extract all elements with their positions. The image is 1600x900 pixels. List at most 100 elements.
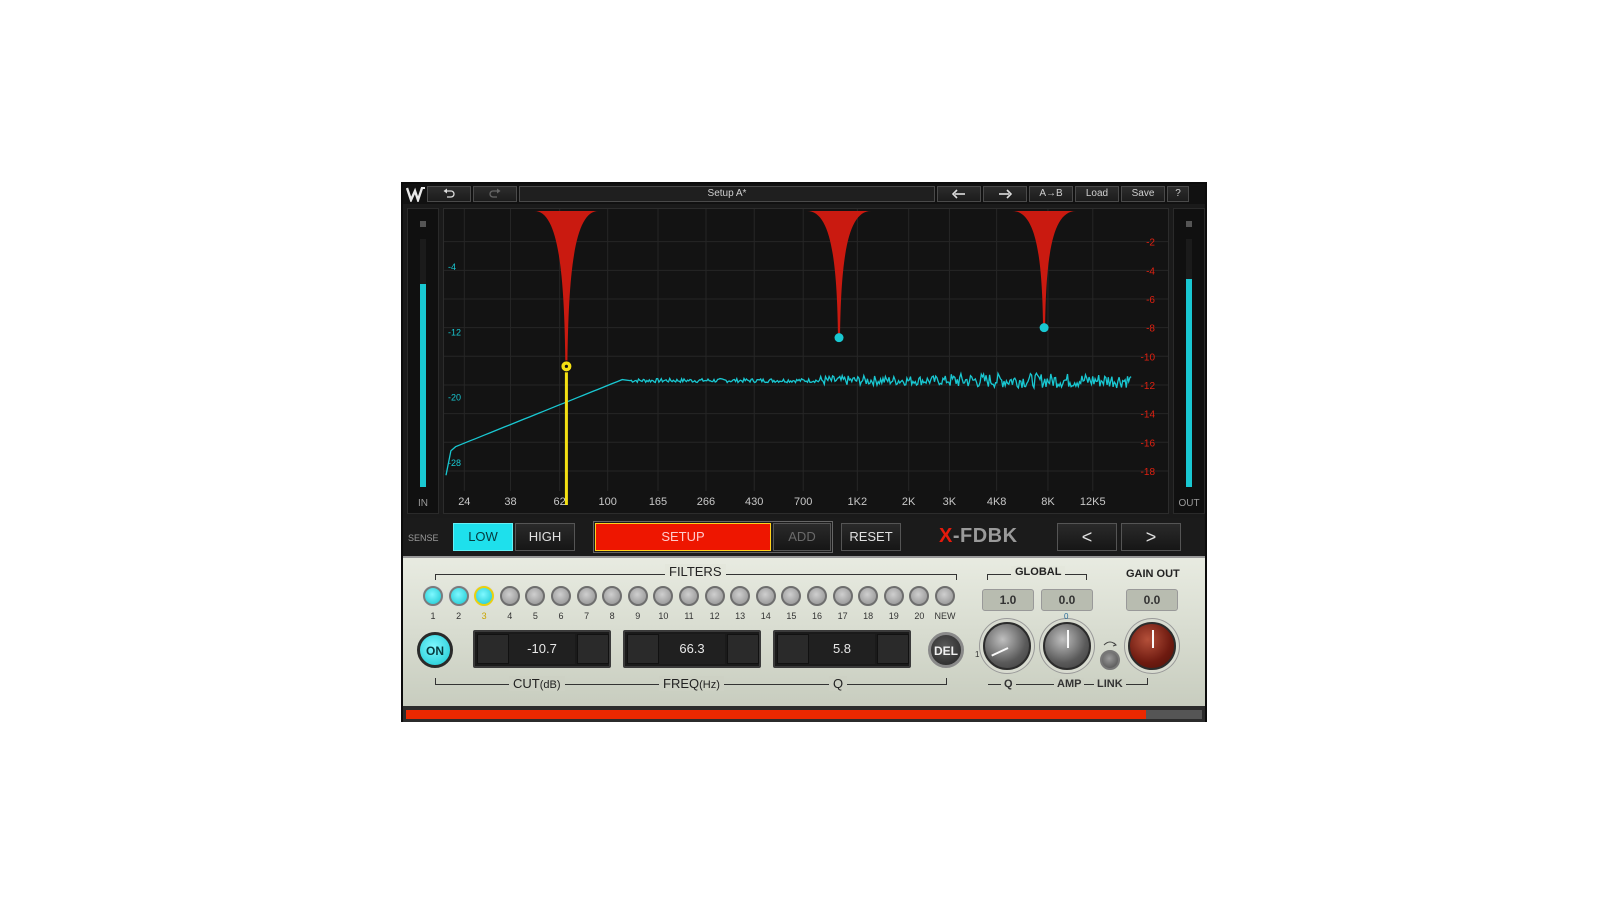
filter-button-7[interactable] <box>576 586 597 606</box>
global-amp-zero-label: 0 <box>1064 612 1069 621</box>
global-amp-value[interactable]: 0.0 <box>1041 589 1093 611</box>
waves-logo-icon <box>406 187 425 202</box>
filter-button-13[interactable] <box>730 586 751 606</box>
lower-panel: FILTERS ON -10.7 66.3 5.8 DEL CUT(dB) FR… <box>403 556 1205 706</box>
input-clip-led <box>420 221 426 227</box>
save-button[interactable]: Save <box>1121 186 1165 202</box>
filter-graph[interactable]: 24 38 62 100 165 266 430 700 1K2 2K 3K 4K8 8K 12K5 -4 -… <box>443 208 1169 514</box>
filter-button-2[interactable] <box>448 586 469 606</box>
q-value-box[interactable]: 5.8 <box>773 630 911 668</box>
filter-button-11[interactable] <box>679 586 699 606</box>
setup-button[interactable]: SETUP <box>595 523 771 551</box>
filter-button-10[interactable] <box>653 586 674 606</box>
load-button[interactable]: Load <box>1075 186 1119 202</box>
filter-button-15[interactable] <box>781 586 802 606</box>
freq-increase-area[interactable] <box>727 634 759 664</box>
product-logo-text: -FDBK <box>952 525 1018 547</box>
help-button[interactable]: ? <box>1167 186 1189 202</box>
global-q-value[interactable]: 1.0 <box>982 589 1034 611</box>
filter-button-new[interactable] <box>935 586 955 606</box>
filter-button-18[interactable] <box>858 586 879 606</box>
filter-button-19[interactable] <box>883 586 904 606</box>
prev-preset-button[interactable] <box>937 186 981 202</box>
product-logo-x: X <box>939 525 953 547</box>
filter-button-4[interactable] <box>499 586 520 606</box>
cut-unit: (dB) <box>539 679 561 691</box>
filter-on-button[interactable]: ON <box>417 632 453 668</box>
q-increase-area[interactable] <box>877 634 909 664</box>
cut-decrease-area[interactable] <box>477 634 509 664</box>
freq-decrease-area[interactable] <box>627 634 659 664</box>
delete-filter-button[interactable]: DEL <box>928 632 964 668</box>
notch-filter-curve-1 <box>534 211 599 367</box>
next-filter-button[interactable]: > <box>1121 523 1181 551</box>
filter-number-label: NEW <box>934 611 956 621</box>
freq-tick-label: 2K <box>902 496 916 508</box>
filter-node-3[interactable] <box>1039 323 1049 333</box>
q-decrease-area[interactable] <box>777 634 809 664</box>
output-scale-label: -2 <box>1146 238 1155 249</box>
output-level-bar <box>403 706 1205 722</box>
global-amp-knob[interactable] <box>1043 622 1091 670</box>
filter-graph-canvas[interactable]: 24 38 62 100 165 266 430 700 1K2 2K 3K 4K8 8K 12K5 -4 -… <box>444 209 1168 513</box>
output-meter-track <box>1186 239 1192 487</box>
filter-button-6[interactable] <box>551 586 571 606</box>
global-q-label: Q <box>1001 678 1016 690</box>
sense-low-button[interactable]: LOW <box>453 523 513 551</box>
filter-button-5[interactable] <box>525 586 546 606</box>
output-scale-label: -14 <box>1141 410 1156 421</box>
filter-button-8[interactable] <box>602 586 623 606</box>
freq-tick-label: 24 <box>458 496 470 508</box>
filter-button-3[interactable] <box>474 586 495 606</box>
output-meter-label: OUT <box>1178 498 1200 509</box>
global-q-knob[interactable] <box>983 622 1031 670</box>
control-row: SENSE LOW HIGH SETUP ADD RESET X-FDBK < … <box>403 518 1205 556</box>
filter-button-1[interactable] <box>423 586 443 606</box>
filter-button-16[interactable] <box>807 586 827 606</box>
sense-high-button[interactable]: HIGH <box>515 523 575 551</box>
filter-button-9[interactable] <box>627 586 648 606</box>
freq-unit: (Hz) <box>699 679 720 691</box>
filter-button-17[interactable] <box>832 586 853 606</box>
filter-number-label: 20 <box>914 611 925 621</box>
filter-button-20[interactable] <box>909 586 930 606</box>
freq-tick-label: 38 <box>504 496 516 508</box>
freq-tick-label: 165 <box>649 496 667 508</box>
output-scale-label: -18 <box>1141 467 1156 478</box>
gain-out-knob[interactable] <box>1128 622 1176 670</box>
freq-tick-label: 4K8 <box>987 496 1007 508</box>
freq-tick-label: 100 <box>599 496 617 508</box>
cut-value-box[interactable]: -10.7 <box>473 630 611 668</box>
output-clip-led <box>1186 221 1192 227</box>
filter-number-label: 17 <box>837 611 848 621</box>
freq-value[interactable]: 66.3 <box>659 634 725 664</box>
q-value[interactable]: 5.8 <box>809 634 875 664</box>
filter-button-12[interactable] <box>704 586 725 606</box>
cut-value[interactable]: -10.7 <box>509 634 575 664</box>
params-bracket-right <box>946 678 947 684</box>
preset-name-display[interactable]: Setup A* <box>519 186 935 202</box>
preset-name-text: Setup A* <box>707 188 747 199</box>
gain-out-value[interactable]: 0.0 <box>1126 589 1178 611</box>
filter-node-2[interactable] <box>834 333 844 343</box>
filter-button-14[interactable] <box>755 586 776 606</box>
reset-button[interactable]: RESET <box>841 523 901 551</box>
freq-tick-label: 430 <box>745 496 763 508</box>
a-b-button[interactable]: A→B <box>1029 186 1073 202</box>
input-scale-label: -12 <box>448 327 461 337</box>
prev-filter-button[interactable]: < <box>1057 523 1117 551</box>
cut-increase-area[interactable] <box>577 634 609 664</box>
next-preset-button[interactable] <box>983 186 1027 202</box>
input-meter-track <box>420 239 426 487</box>
link-button[interactable] <box>1100 650 1120 670</box>
gain-out-title: GAIN OUT <box>1126 568 1180 580</box>
link-icon <box>1103 641 1117 647</box>
filters-bracket-left <box>435 574 436 580</box>
filter-number-label: 3 <box>481 611 487 621</box>
undo-icon <box>443 188 455 198</box>
freq-value-box[interactable]: 66.3 <box>623 630 761 668</box>
link-label: LINK <box>1094 678 1126 690</box>
redo-button[interactable] <box>473 186 517 202</box>
add-button[interactable]: ADD <box>773 523 831 551</box>
undo-button[interactable] <box>427 186 471 202</box>
